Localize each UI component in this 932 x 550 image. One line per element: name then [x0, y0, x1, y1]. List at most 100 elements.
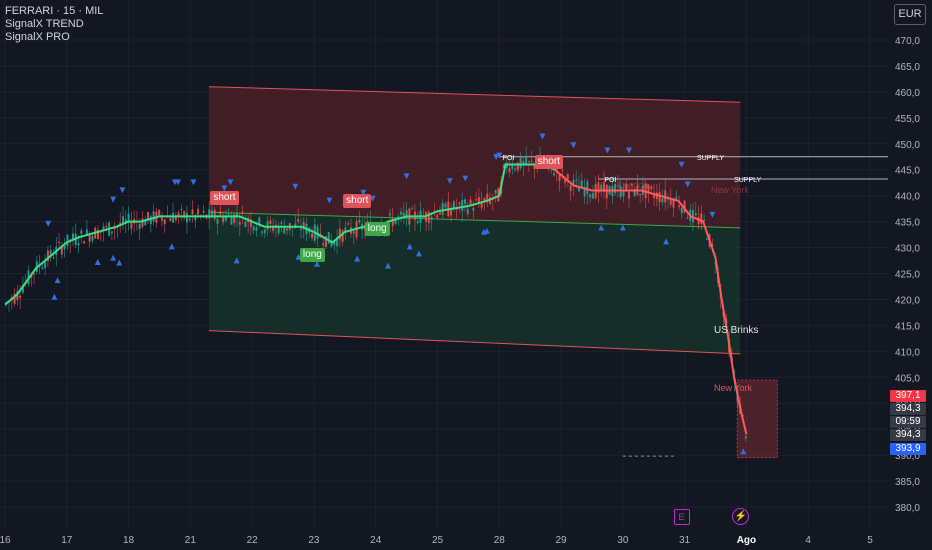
candle-body [327, 232, 330, 244]
currency-button[interactable]: EUR [894, 4, 926, 25]
annotation-short: short [534, 154, 563, 169]
x-tick-label: 28 [494, 535, 506, 546]
x-tick-label: 25 [432, 535, 444, 546]
candle-body [197, 208, 200, 215]
candle-body [219, 211, 222, 215]
indicator-pro-label[interactable]: SignalX PRO [5, 31, 103, 44]
candle-body [458, 202, 461, 205]
candle-body [661, 198, 664, 203]
candle-body [589, 194, 592, 198]
candle-body [241, 211, 244, 214]
candle-body [352, 231, 355, 234]
candle-body [230, 216, 233, 225]
y-tick-label: 450,0 [895, 140, 920, 151]
candle-body [705, 238, 708, 240]
x-tick-label: 23 [308, 535, 320, 546]
y-tick-label: 410,0 [895, 347, 920, 358]
candle-body [77, 243, 80, 246]
candle-body [316, 226, 319, 239]
candle-body [180, 208, 183, 210]
y-tick-label: 455,0 [895, 114, 920, 125]
candle-body [130, 222, 133, 229]
candle-body [508, 168, 511, 173]
y-tick-label: 405,0 [895, 373, 920, 384]
demand-zone [208, 212, 741, 354]
candle-body [277, 226, 280, 234]
candle-body [297, 219, 300, 222]
candle-body [283, 227, 286, 234]
price-tag: 397,1 [890, 390, 926, 402]
candle-body [83, 241, 86, 244]
candle-body [600, 184, 603, 190]
y-tick-label: 415,0 [895, 321, 920, 332]
candle-body [172, 212, 175, 223]
candle-body [216, 218, 219, 224]
x-tick-label: 31 [679, 535, 691, 546]
candle-body [213, 209, 216, 220]
candle-body [286, 228, 289, 231]
candle-body [441, 202, 444, 215]
candle-body [110, 231, 113, 234]
candle-body [388, 213, 391, 216]
candle-body [675, 196, 678, 199]
candle-body [169, 218, 172, 222]
candle-body [163, 219, 166, 225]
candle-body [569, 185, 572, 191]
candle-body [185, 212, 188, 223]
candle-body [80, 230, 83, 234]
candle-body [66, 234, 69, 246]
y-tick-label: 460,0 [895, 88, 920, 99]
candle-body [127, 213, 130, 221]
x-tick-label: 17 [61, 535, 73, 546]
annotation-short: short [210, 191, 239, 206]
candle-body [147, 211, 150, 220]
y-tick-label: 430,0 [895, 244, 920, 255]
candle-body [280, 222, 283, 224]
candle-body [91, 235, 94, 241]
candle-body [586, 181, 589, 195]
candle-body [269, 220, 272, 224]
chart-legend: FERRARI · 15 · MIL SignalX TREND SignalX… [5, 5, 103, 44]
y-tick-label: 385,0 [895, 477, 920, 488]
candle-body [694, 213, 697, 216]
symbol-line[interactable]: FERRARI · 15 · MIL [5, 5, 103, 18]
candle-body [202, 211, 205, 213]
earnings-event-icon[interactable]: E [673, 509, 690, 525]
candle-body [141, 218, 144, 227]
candle-body [519, 156, 522, 169]
x-tick-label: 22 [247, 535, 259, 546]
candle-body [566, 174, 569, 179]
candle-body [475, 199, 478, 201]
candle-body [639, 193, 642, 196]
price-chart[interactable]: SUPPLYSUPPLYPOIPOI470,0465,0460,0455,045… [0, 0, 932, 550]
candle-body [552, 173, 555, 176]
candle-body [322, 243, 325, 246]
candle-body [222, 217, 225, 223]
candle-body [402, 213, 405, 216]
x-tick-label: 21 [185, 535, 197, 546]
candle-body [628, 191, 631, 199]
candle-body [411, 208, 414, 210]
x-tick-label: 16 [0, 535, 11, 546]
candle-body [672, 199, 675, 208]
candle-body [530, 160, 533, 162]
candle-body [575, 179, 578, 181]
y-tick-label: 380,0 [895, 503, 920, 514]
candle-body [494, 190, 497, 194]
indicator-trend-label[interactable]: SignalX TREND [5, 18, 103, 31]
candle-body [152, 211, 155, 222]
price-tag: 394,3 [890, 429, 926, 441]
annotation-us-brinks: US Brinks [713, 324, 759, 336]
candle-body [469, 199, 472, 205]
candle-body [397, 216, 400, 218]
candle-body [686, 217, 689, 219]
poi-label: POI [502, 155, 514, 162]
candle-body [311, 233, 314, 239]
candle-body [680, 207, 683, 214]
candle-body [105, 225, 108, 228]
x-tick-label: Ago [737, 535, 756, 546]
candle-body [527, 161, 530, 163]
supply-label: SUPPLY [697, 155, 724, 162]
candle-body [472, 208, 475, 211]
candle-body [558, 174, 561, 181]
